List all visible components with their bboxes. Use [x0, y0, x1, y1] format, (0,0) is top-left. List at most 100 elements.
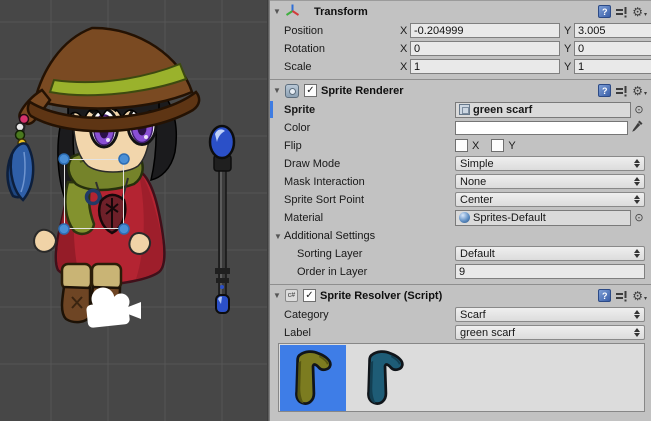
component-enabled-checkbox[interactable]: ✓ — [304, 84, 317, 97]
mask-interaction-dropdown[interactable]: None — [455, 174, 645, 189]
hat-feather — [7, 143, 33, 200]
sprite-resolver-header[interactable]: ▼ c# ✓ Sprite Resolver (Script) ? ⚙▾ — [270, 287, 651, 304]
mask-interaction-row: Mask Interaction None — [270, 173, 651, 190]
material-row: Material Sprites-Default ⊙ — [270, 209, 651, 226]
prefab-override-indicator — [270, 101, 273, 118]
scale-x-input[interactable] — [410, 59, 560, 74]
field-label: Position — [270, 25, 400, 37]
additional-settings-foldout[interactable]: ▼ Additional Settings — [270, 228, 651, 244]
help-icon[interactable]: ? — [598, 84, 611, 97]
order-in-layer-row: Order in Layer — [270, 263, 651, 280]
field-label: Draw Mode — [270, 158, 455, 170]
presets-icon[interactable] — [615, 6, 628, 18]
axis-y-label: Y — [564, 61, 574, 73]
field-label: Label — [270, 327, 455, 339]
category-dropdown[interactable]: Scarf — [455, 307, 645, 322]
component-title: Transform — [314, 6, 368, 18]
dropdown-value: Default — [460, 248, 495, 260]
sprite-variant-blue-scarf[interactable] — [352, 345, 418, 411]
flip-y-checkbox[interactable] — [491, 139, 504, 152]
sprite-variant-green-scarf[interactable] — [280, 345, 346, 411]
position-y-input[interactable] — [574, 23, 651, 38]
material-object-name: Sprites-Default — [473, 212, 546, 224]
axis-x-label: X — [400, 43, 410, 55]
gear-icon[interactable]: ⚙▾ — [632, 290, 647, 302]
transform-icon — [285, 3, 300, 20]
color-row: Color — [270, 119, 651, 136]
material-object-field[interactable]: Sprites-Default — [455, 210, 631, 226]
label-dropdown[interactable]: green scarf — [455, 325, 645, 340]
gear-icon[interactable]: ⚙▾ — [632, 6, 647, 18]
foldout-triangle-icon[interactable]: ▼ — [273, 291, 284, 300]
scene-staff-prop[interactable] — [210, 126, 234, 313]
dropdown-arrows-icon — [634, 159, 640, 168]
category-row: Category Scarf — [270, 306, 651, 323]
sprite-renderer-header[interactable]: ▼ ✓ Sprite Renderer ? ⚙▾ — [270, 82, 651, 99]
position-row: Position X Y Z — [270, 22, 651, 39]
component-enabled-checkbox[interactable]: ✓ — [303, 289, 316, 302]
scene-view[interactable] — [0, 0, 267, 421]
additional-settings-label: Additional Settings — [284, 230, 375, 242]
blue-scarf-thumbnail — [355, 348, 415, 408]
flip-y-label: Y — [508, 140, 515, 152]
field-label: Flip — [270, 140, 455, 152]
foldout-triangle-icon[interactable]: ▼ — [273, 7, 284, 16]
scene-canvas[interactable] — [0, 0, 267, 421]
unity-editor-window: ▼ Transform ? — [0, 0, 651, 421]
color-swatch[interactable] — [455, 121, 628, 135]
dropdown-value: Simple — [460, 158, 494, 170]
transform-header[interactable]: ▼ Transform ? — [270, 3, 651, 20]
rotation-row: Rotation X Y Z — [270, 40, 651, 57]
sprite-object-name: green scarf — [473, 104, 532, 116]
dropdown-arrows-icon — [634, 328, 640, 337]
inspector-panel: ▼ Transform ? — [270, 0, 651, 421]
flip-row: Flip X Y — [270, 137, 651, 154]
gear-icon[interactable]: ⚙▾ — [632, 85, 647, 97]
object-picker-icon[interactable]: ⊙ — [633, 211, 645, 224]
field-label: Mask Interaction — [270, 176, 455, 188]
order-in-layer-input[interactable] — [455, 264, 645, 279]
sprite-sort-point-dropdown[interactable]: Center — [455, 192, 645, 207]
flip-x-label: X — [472, 140, 479, 152]
position-x-input[interactable] — [410, 23, 560, 38]
dropdown-value: Center — [460, 194, 493, 206]
csharp-script-icon: c# — [285, 289, 298, 302]
component-title: Sprite Resolver (Script) — [320, 290, 442, 302]
field-label: Rotation — [270, 43, 400, 55]
help-icon[interactable]: ? — [598, 289, 611, 302]
hat-beads — [16, 115, 29, 148]
scene-character[interactable] — [7, 28, 199, 322]
sprite-sort-point-row: Sprite Sort Point Center — [270, 191, 651, 208]
help-icon[interactable]: ? — [598, 5, 611, 18]
axis-y-label: Y — [564, 25, 574, 37]
component-title: Sprite Renderer — [321, 85, 404, 97]
dropdown-arrows-icon — [634, 177, 640, 186]
sprite-object-field[interactable]: green scarf — [455, 102, 631, 118]
flip-x-checkbox[interactable] — [455, 139, 468, 152]
rotation-y-input[interactable] — [574, 41, 651, 56]
field-label: Category — [270, 309, 455, 321]
material-sphere-icon — [459, 212, 470, 223]
dropdown-value: Scarf — [460, 309, 486, 321]
field-label: Sprite — [270, 104, 455, 116]
dropdown-arrows-icon — [634, 249, 640, 258]
sprite-resolver-component: ▼ c# ✓ Sprite Resolver (Script) ? ⚙▾ — [270, 284, 651, 415]
presets-icon[interactable] — [615, 290, 628, 302]
field-label: Sorting Layer — [270, 248, 455, 260]
object-picker-icon[interactable]: ⊙ — [633, 103, 645, 116]
field-label: Material — [270, 212, 455, 224]
draw-mode-dropdown[interactable]: Simple — [455, 156, 645, 171]
draw-mode-row: Draw Mode Simple — [270, 155, 651, 172]
transform-component: ▼ Transform ? — [270, 0, 651, 79]
scale-y-input[interactable] — [574, 59, 651, 74]
sprite-renderer-icon — [285, 84, 299, 98]
eyedropper-icon[interactable] — [631, 119, 645, 136]
presets-icon[interactable] — [615, 85, 628, 97]
rotation-x-input[interactable] — [410, 41, 560, 56]
sorting-layer-dropdown[interactable]: Default — [455, 246, 645, 261]
foldout-triangle-icon[interactable]: ▼ — [273, 86, 284, 95]
dropdown-arrows-icon — [634, 195, 640, 204]
foldout-triangle-icon[interactable]: ▼ — [274, 232, 284, 241]
field-label: Color — [270, 122, 455, 134]
green-scarf-thumbnail — [283, 348, 343, 408]
